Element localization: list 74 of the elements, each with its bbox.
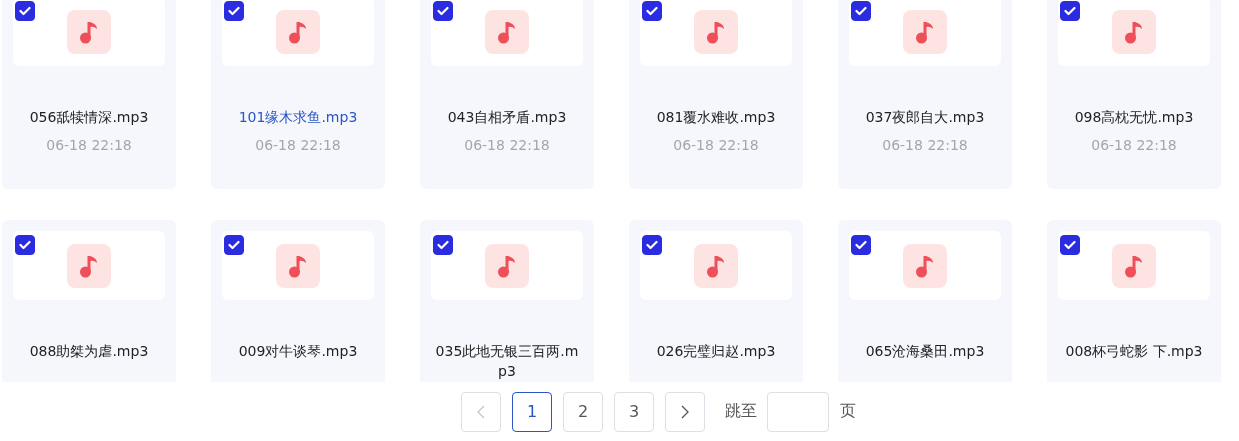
checkbox[interactable] (851, 235, 871, 255)
music-file-icon (1112, 9, 1156, 54)
music-file-icon (694, 243, 738, 288)
file-card[interactable]: 098高枕无忧.mp3 06-18 22:18 (1047, 0, 1221, 189)
music-file-icon (276, 243, 320, 288)
file-date: 06-18 22:18 (255, 137, 341, 153)
file-name[interactable]: 043自相矛盾.mp3 (447, 107, 567, 127)
check-icon (646, 240, 658, 250)
file-name[interactable]: 056舐犊情深.mp3 (29, 107, 149, 127)
file-date: 06-18 22:18 (464, 137, 550, 153)
file-card[interactable]: 035此地无银三百两.mp3 (420, 220, 594, 382)
music-file-icon (485, 243, 529, 288)
check-icon (228, 6, 240, 16)
check-icon (19, 6, 31, 16)
checkbox[interactable] (433, 1, 453, 21)
file-name[interactable]: 035此地无银三百两.mp3 (434, 341, 580, 381)
file-card[interactable]: 088助桀为虐.mp3 (2, 220, 176, 382)
file-name[interactable]: 081覆水难收.mp3 (656, 107, 776, 127)
music-file-icon (694, 9, 738, 54)
check-icon (855, 240, 867, 250)
checkbox[interactable] (642, 235, 662, 255)
checkbox[interactable] (224, 235, 244, 255)
check-icon (855, 6, 867, 16)
file-name[interactable]: 101缘木求鱼.mp3 (238, 107, 358, 127)
page-button[interactable]: 1 (512, 391, 552, 432)
checkbox[interactable] (224, 1, 244, 21)
page-number-field[interactable] (767, 391, 829, 432)
page-button[interactable]: 2 (563, 391, 603, 432)
music-file-icon (276, 9, 320, 54)
check-icon (437, 6, 449, 16)
file-date: 06-18 22:18 (1091, 137, 1177, 153)
check-icon (19, 240, 31, 250)
music-file-icon (67, 243, 111, 288)
chevron-right-icon (681, 404, 689, 419)
checkbox[interactable] (851, 1, 871, 21)
check-icon (228, 240, 240, 250)
file-date: 06-18 22:18 (673, 137, 759, 153)
checkbox[interactable] (1060, 235, 1080, 255)
file-card[interactable]: 043自相矛盾.mp3 06-18 22:18 (420, 0, 594, 189)
file-name[interactable]: 008杯弓蛇影 下.mp3 (1065, 341, 1203, 361)
checkbox[interactable] (15, 1, 35, 21)
music-file-icon (903, 9, 947, 54)
checkbox[interactable] (433, 235, 453, 255)
chevron-left-icon (477, 404, 485, 419)
file-date: 06-18 22:18 (46, 137, 132, 153)
checkbox[interactable] (1060, 1, 1080, 21)
file-card[interactable]: 026完璧归赵.mp3 (629, 220, 803, 382)
file-name[interactable]: 065沧海桑田.mp3 (865, 341, 985, 361)
file-date: 06-18 22:18 (882, 137, 968, 153)
music-file-icon (903, 243, 947, 288)
page-button[interactable]: 3 (614, 391, 654, 432)
checkbox[interactable] (15, 235, 35, 255)
file-card[interactable]: 081覆水难收.mp3 06-18 22:18 (629, 0, 803, 189)
file-name[interactable]: 009对牛谈琴.mp3 (238, 341, 358, 361)
check-icon (437, 240, 449, 250)
file-name[interactable]: 026完璧归赵.mp3 (656, 341, 776, 361)
page-label: 页 (840, 401, 856, 422)
file-card[interactable]: 065沧海桑田.mp3 (838, 220, 1012, 382)
file-name[interactable]: 098高枕无忧.mp3 (1074, 107, 1194, 127)
music-file-icon (1112, 243, 1156, 288)
check-icon (646, 6, 658, 16)
check-icon (1064, 240, 1076, 250)
file-card[interactable]: 037夜郎自大.mp3 06-18 22:18 (838, 0, 1012, 189)
jump-to-label: 跳至 (725, 401, 757, 422)
file-card[interactable]: 056舐犊情深.mp3 06-18 22:18 (2, 0, 176, 189)
file-name[interactable]: 037夜郎自大.mp3 (865, 107, 985, 127)
file-card[interactable]: 009对牛谈琴.mp3 (211, 220, 385, 382)
file-name[interactable]: 088助桀为虐.mp3 (29, 341, 149, 361)
checkbox[interactable] (642, 1, 662, 21)
file-card[interactable]: 008杯弓蛇影 下.mp3 (1047, 220, 1221, 382)
music-file-icon (485, 9, 529, 54)
check-icon (1064, 6, 1076, 16)
file-card[interactable]: 101缘木求鱼.mp3 06-18 22:18 (211, 0, 385, 189)
music-file-icon (67, 9, 111, 54)
